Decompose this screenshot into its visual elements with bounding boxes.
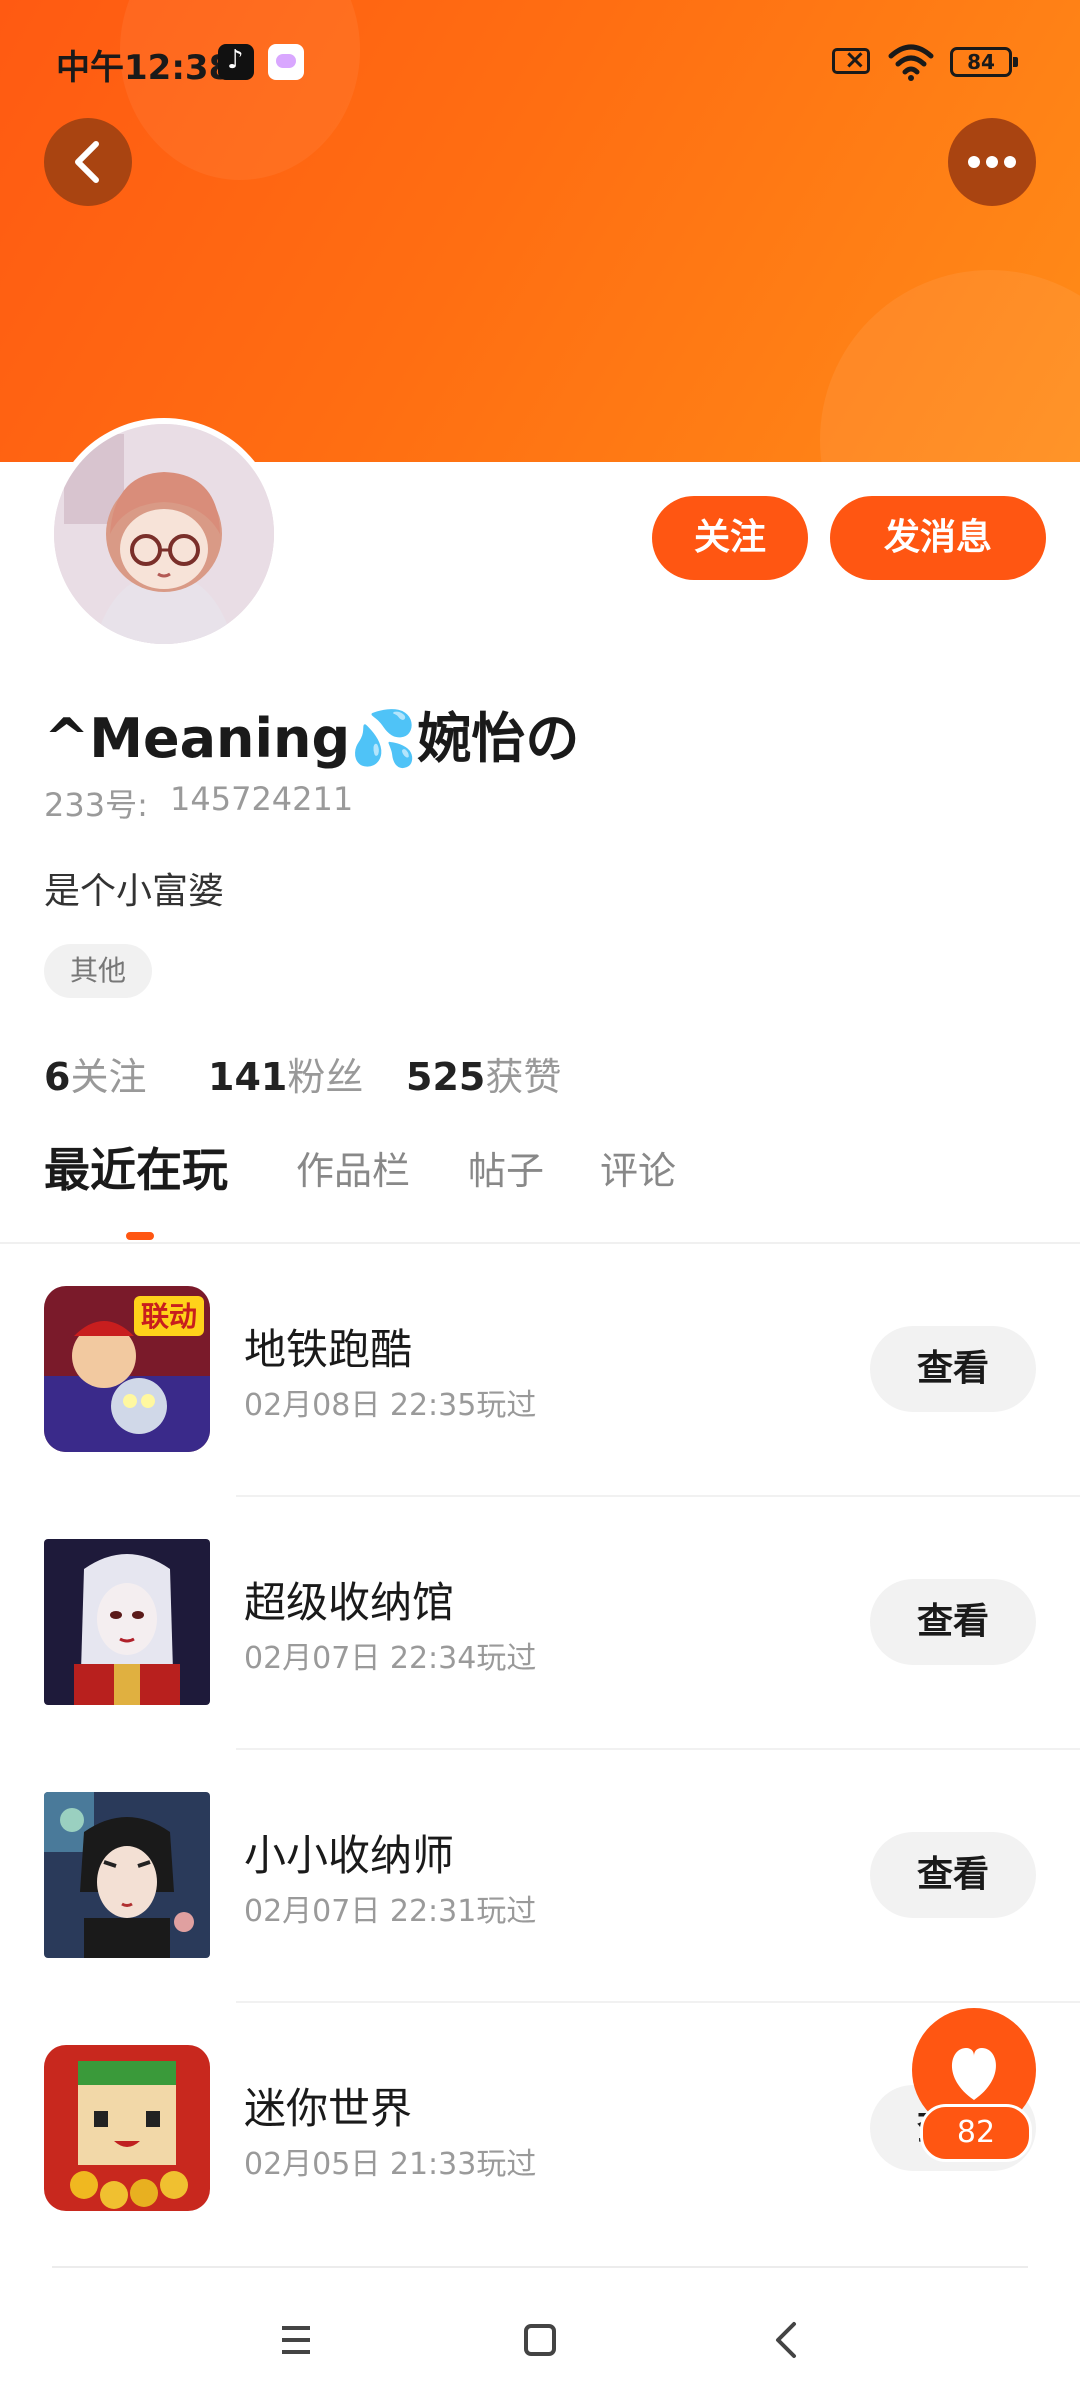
game-icon-super-storage — [44, 1539, 210, 1705]
tab-recently-played[interactable]: 最近在玩 — [44, 1134, 228, 1200]
send-message-button[interactable]: 发消息 — [830, 496, 1046, 580]
game-played-time: 02月05日 21:33玩过 — [244, 2147, 537, 2182]
stat-fans-label: 粉丝 — [287, 1055, 364, 1099]
stat-following-count: 6 — [44, 1055, 71, 1099]
more-dots-icon — [968, 156, 1016, 168]
view-game-button[interactable]: 查看 — [870, 1832, 1036, 1918]
game-name: 地铁跑酷 — [244, 1325, 413, 1374]
system-navigation-bar — [0, 2280, 1080, 2400]
user-id-label: 233号: — [44, 786, 148, 824]
stat-following[interactable]: 6关注 — [44, 1046, 146, 1101]
menu-icon[interactable] — [264, 2308, 328, 2372]
tiktok-icon — [218, 44, 254, 80]
stat-likes[interactable]: 525获赞 — [406, 1046, 561, 1101]
back-triangle-icon[interactable] — [754, 2308, 818, 2372]
status-time: 中午12:38 — [56, 48, 233, 88]
view-game-button[interactable]: 查看 — [870, 1579, 1036, 1665]
like-count-badge: 82 — [920, 2104, 1032, 2162]
active-tab-indicator — [126, 1232, 154, 1240]
wifi-icon — [888, 44, 934, 81]
stat-fans-count: 141 — [208, 1055, 288, 1099]
avatar-image — [54, 424, 274, 644]
game-icon-subway-surfers: 联动 — [44, 1286, 210, 1452]
list-bottom-divider — [52, 2266, 1028, 2268]
message-app-icon — [268, 44, 304, 80]
stat-fans[interactable]: 141粉丝 — [208, 1046, 363, 1101]
game-played-time: 02月08日 22:35玩过 — [244, 1388, 537, 1423]
user-id-value: 145724211 — [170, 780, 354, 818]
header-decoration — [820, 270, 1080, 462]
tab-works[interactable]: 作品栏 — [296, 1140, 410, 1195]
stat-following-label: 关注 — [70, 1055, 147, 1099]
game-played-time: 02月07日 22:34玩过 — [244, 1641, 537, 1676]
back-button[interactable] — [44, 118, 132, 206]
battery-saver-icon — [832, 45, 870, 75]
tab-comments[interactable]: 评论 — [600, 1140, 676, 1195]
follow-button[interactable]: 关注 — [652, 496, 808, 580]
tab-posts[interactable]: 帖子 — [468, 1140, 544, 1195]
list-item[interactable]: 小小收纳师 02月07日 22:31玩过 查看 — [0, 1750, 1080, 2003]
stat-likes-label: 获赞 — [485, 1055, 562, 1099]
game-played-time: 02月07日 22:31玩过 — [244, 1894, 537, 1929]
user-bio: 是个小富婆 — [44, 871, 225, 912]
battery-icon: 84 — [950, 47, 1018, 77]
game-icon-little-organizer — [44, 1792, 210, 1958]
list-item[interactable]: 联动 地铁跑酷 02月08日 22:35玩过 查看 — [0, 1244, 1080, 1497]
status-bar: 中午12:38 84 — [0, 0, 1080, 130]
game-icon-mini-world — [44, 2045, 210, 2211]
profile-tabs: 最近在玩 作品栏 帖子 评论 — [0, 1140, 1080, 1244]
more-options-button[interactable] — [948, 118, 1036, 206]
anime-avatar-illustration — [54, 424, 274, 644]
home-square-icon[interactable] — [508, 2308, 572, 2372]
user-name: ^Meaning💦婉怡の — [44, 707, 580, 770]
view-game-button[interactable]: 查看 — [870, 1326, 1036, 1412]
game-icon-badge: 联动 — [141, 1300, 197, 1333]
avatar[interactable] — [48, 418, 280, 650]
game-name: 超级收纳馆 — [244, 1578, 455, 1627]
stat-likes-count: 525 — [406, 1055, 486, 1099]
game-name: 小小收纳师 — [244, 1831, 455, 1880]
list-item[interactable]: 超级收纳馆 02月07日 22:34玩过 查看 — [0, 1497, 1080, 1750]
game-name: 迷你世界 — [244, 2084, 413, 2133]
profile-tag: 其他 — [44, 944, 152, 998]
back-arrow-icon — [75, 141, 99, 183]
